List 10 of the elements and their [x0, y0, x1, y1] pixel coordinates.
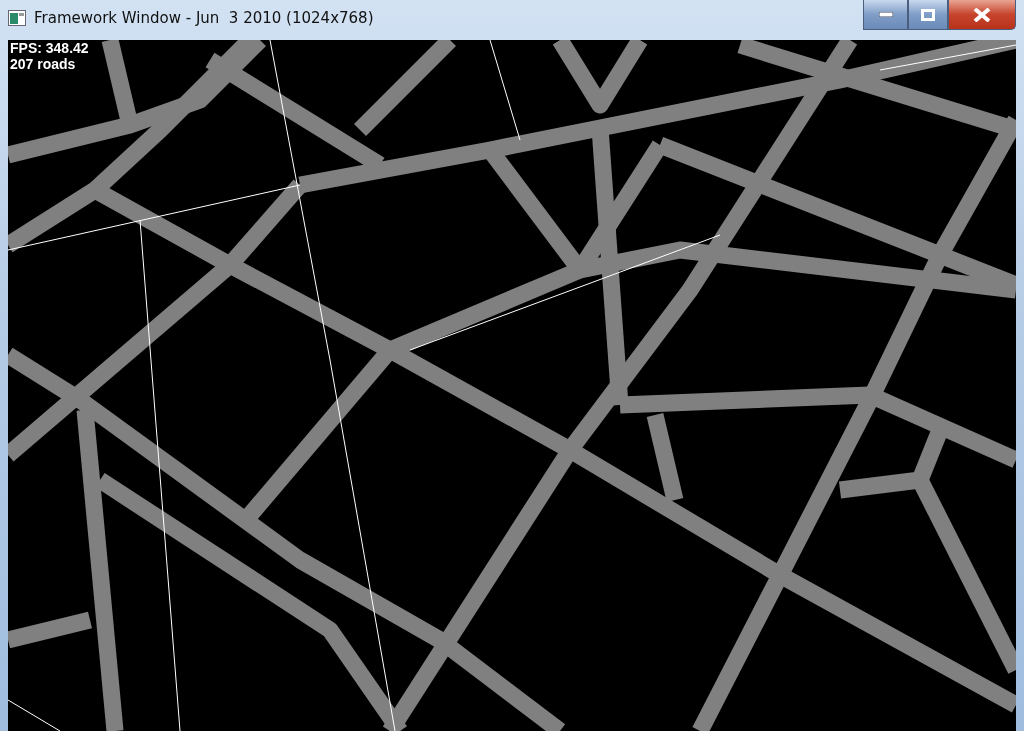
- maximize-icon: [921, 8, 935, 21]
- app-icon: [8, 10, 26, 26]
- minimize-icon: [878, 12, 893, 17]
- close-button[interactable]: [948, 0, 1016, 30]
- maximize-button[interactable]: [908, 0, 948, 30]
- window-title: Framework Window - Jun 3 2010 (1024x768): [34, 8, 374, 28]
- stats-text: 207 roads: [10, 56, 77, 72]
- close-icon: [973, 7, 991, 22]
- stats-text: FPS: 348.42: [10, 40, 89, 56]
- minimize-button[interactable]: [863, 0, 908, 30]
